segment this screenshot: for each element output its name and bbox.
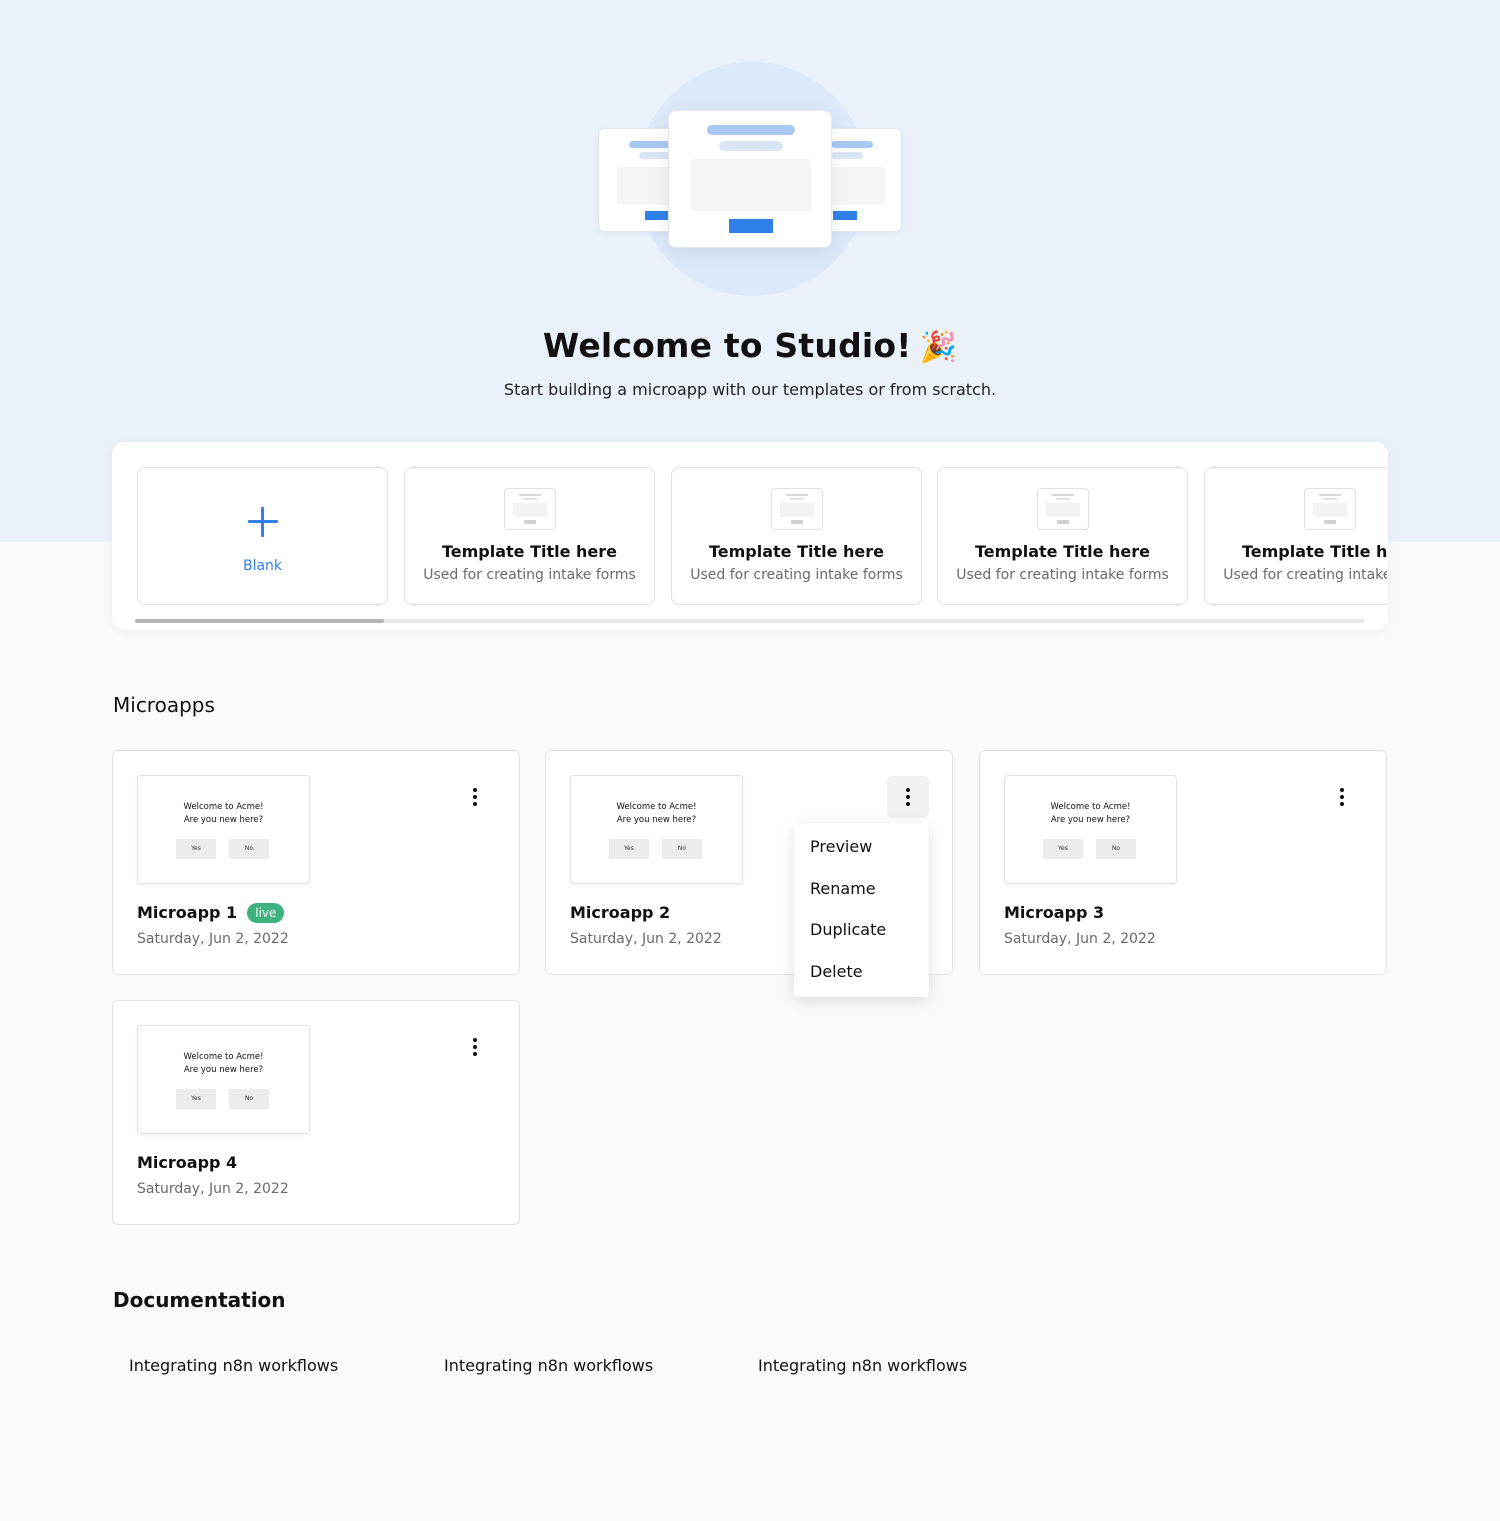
- template-card[interactable]: Template Title here Used for creating in…: [404, 467, 655, 605]
- menu-item-duplicate[interactable]: Duplicate: [794, 913, 929, 955]
- menu-item-rename[interactable]: Rename: [794, 872, 929, 914]
- preview-yes-button: Yes: [1043, 839, 1083, 859]
- kebab-menu-icon[interactable]: [454, 1026, 496, 1068]
- hero-title-text: Welcome to Studio!: [542, 326, 912, 365]
- microapp-context-menu: Preview Rename Duplicate Delete: [794, 823, 929, 997]
- microapp-preview: Welcome to Acme! Are you new here? Yes N…: [137, 775, 310, 884]
- template-card[interactable]: Template Title here Used for creating in…: [1204, 467, 1387, 605]
- microapp-card[interactable]: Welcome to Acme! Are you new here? Yes N…: [112, 1000, 520, 1225]
- doc-link[interactable]: Integrating n8n workflows: [758, 1356, 967, 1375]
- preview-yes-button: Yes: [176, 839, 216, 859]
- template-card[interactable]: Template Title here Used for creating in…: [671, 467, 922, 605]
- hero-illustration: [598, 62, 902, 298]
- microapp-date: Saturday, Jun 2, 2022: [1004, 931, 1156, 947]
- hero-subtitle: Start building a microapp with our templ…: [503, 380, 997, 399]
- template-thumbnail-icon: [504, 488, 556, 530]
- microapps-section-title: Microapps: [113, 693, 215, 717]
- template-thumbnail-icon: [771, 488, 823, 530]
- preview-no-button: No: [229, 1089, 269, 1109]
- preview-no-button: No: [1096, 839, 1136, 859]
- template-description: Used for creating intake forms: [423, 567, 636, 583]
- template-description: Used for creating intake forms: [1223, 567, 1387, 583]
- preview-yes-button: Yes: [609, 839, 649, 859]
- preview-heading: Welcome to Acme!: [183, 802, 264, 812]
- microapp-preview: Welcome to Acme! Are you new here? Yes N…: [570, 775, 743, 884]
- templates-track: Blank Template Title here Used for creat…: [137, 467, 1387, 605]
- template-thumbnail-icon: [1304, 488, 1356, 530]
- hero-title: Welcome to Studio! 🎉: [0, 326, 1500, 365]
- microapp-card[interactable]: Welcome to Acme! Are you new here? Yes N…: [112, 750, 520, 975]
- template-title: Template Title here: [441, 542, 618, 561]
- menu-item-delete[interactable]: Delete: [794, 955, 929, 997]
- template-title: Template Title here: [1241, 542, 1387, 561]
- menu-item-preview[interactable]: Preview: [794, 830, 929, 872]
- template-title: Template Title here: [708, 542, 885, 561]
- blank-label: Blank: [242, 558, 283, 574]
- microapp-name: Microapp 1 live: [137, 903, 285, 923]
- microapp-date: Saturday, Jun 2, 2022: [137, 1181, 289, 1197]
- template-thumbnail-icon: [1037, 488, 1089, 530]
- preview-question: Are you new here?: [616, 815, 697, 825]
- template-title: Template Title here: [974, 542, 1151, 561]
- microapp-name: Microapp 4: [137, 1153, 238, 1172]
- kebab-menu-icon[interactable]: [1321, 776, 1363, 818]
- templates-panel: Blank Template Title here Used for creat…: [112, 442, 1388, 630]
- status-badge: live: [247, 903, 285, 923]
- template-card[interactable]: Template Title here Used for creating in…: [937, 467, 1188, 605]
- microapp-preview: Welcome to Acme! Are you new here? Yes N…: [137, 1025, 310, 1134]
- preview-question: Are you new here?: [183, 1065, 264, 1075]
- preview-heading: Welcome to Acme!: [183, 1052, 264, 1062]
- preview-yes-button: Yes: [176, 1089, 216, 1109]
- preview-no-button: No: [662, 839, 702, 859]
- microapp-name-text: Microapp 1: [137, 903, 238, 922]
- plus-icon: [248, 507, 278, 537]
- preview-question: Are you new here?: [1050, 815, 1131, 825]
- preview-heading: Welcome to Acme!: [1050, 802, 1131, 812]
- template-description: Used for creating intake forms: [956, 567, 1169, 583]
- microapp-preview: Welcome to Acme! Are you new here? Yes N…: [1004, 775, 1177, 884]
- documentation-section-title: Documentation: [113, 1288, 286, 1312]
- microapp-date: Saturday, Jun 2, 2022: [137, 931, 289, 947]
- blank-template-card[interactable]: Blank: [137, 467, 388, 605]
- doc-link[interactable]: Integrating n8n workflows: [129, 1356, 338, 1375]
- illustration-card-main: [668, 110, 832, 248]
- templates-scrollbar[interactable]: [135, 619, 1364, 623]
- template-description: Used for creating intake forms: [690, 567, 903, 583]
- preview-heading: Welcome to Acme!: [616, 802, 697, 812]
- templates-scrollbar-thumb[interactable]: [135, 619, 384, 623]
- microapp-card[interactable]: Welcome to Acme! Are you new here? Yes N…: [979, 750, 1387, 975]
- microapp-name: Microapp 3: [1004, 903, 1105, 922]
- kebab-menu-icon[interactable]: [887, 776, 929, 818]
- party-popper-icon: 🎉: [919, 330, 958, 365]
- preview-no-button: No: [229, 839, 269, 859]
- doc-link[interactable]: Integrating n8n workflows: [444, 1356, 653, 1375]
- preview-question: Are you new here?: [183, 815, 264, 825]
- microapp-date: Saturday, Jun 2, 2022: [570, 931, 722, 947]
- microapp-name: Microapp 2: [570, 903, 671, 922]
- kebab-menu-icon[interactable]: [454, 776, 496, 818]
